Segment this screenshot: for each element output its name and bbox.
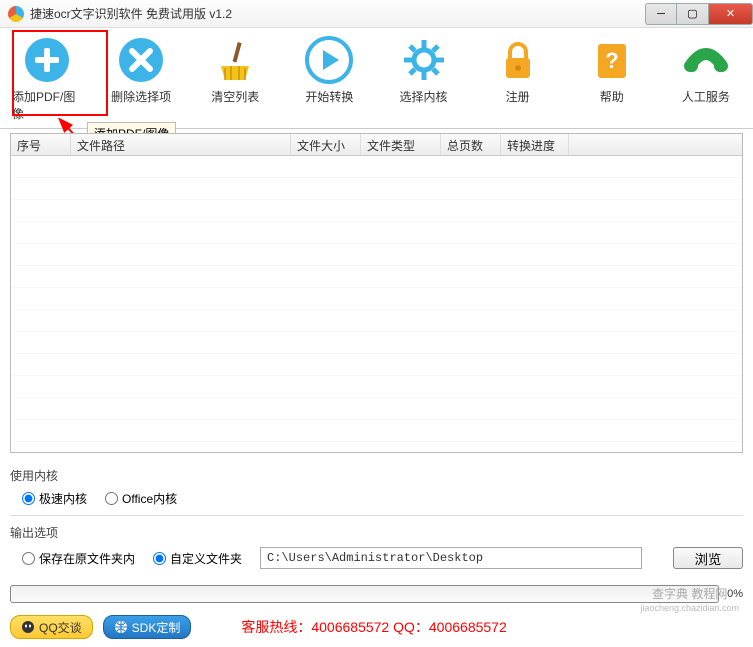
titlebar: 捷速ocr文字识别软件 免费试用版 v1.2 ─ ▢ ✕ [0, 0, 753, 28]
radio-label: 保存在原文件夹内 [39, 550, 135, 567]
radio-label: Office内核 [122, 490, 177, 507]
qq-label: QQ交谈 [39, 619, 82, 636]
table-body[interactable] [11, 156, 742, 452]
start-convert-button[interactable]: 开始转换 [294, 36, 364, 122]
toolbar-label: 选择内核 [400, 88, 448, 105]
hotline-text: 客服热线：4006685572 QQ：4006685572 [241, 617, 506, 637]
radio-label: 自定义文件夹 [170, 550, 242, 567]
clear-list-button[interactable]: 清空列表 [200, 36, 270, 122]
column-header[interactable]: 文件路径 [71, 134, 291, 155]
x-icon [117, 36, 165, 84]
help-button[interactable]: ? 帮助 [577, 36, 647, 122]
kernel-panel-title: 使用内核 [10, 467, 743, 484]
toolbar-label: 帮助 [600, 88, 624, 105]
column-header[interactable]: 转换进度 [501, 134, 569, 155]
svg-text:?: ? [605, 48, 618, 73]
play-icon [305, 36, 353, 84]
broom-icon [211, 36, 259, 84]
phone-icon [682, 36, 730, 84]
qq-chat-button[interactable]: QQ交谈 [10, 615, 93, 639]
column-header[interactable]: 文件类型 [361, 134, 441, 155]
browse-button[interactable]: 浏览 [673, 547, 743, 569]
toolbar-label: 人工服务 [682, 88, 730, 105]
output-same-folder-radio[interactable]: 保存在原文件夹内 [22, 550, 135, 567]
kernel-fast-radio[interactable]: 极速内核 [22, 490, 87, 507]
gear-icon [400, 36, 448, 84]
column-header[interactable]: 文件大小 [291, 134, 361, 155]
toolbar-label: 删除选择项 [111, 88, 171, 105]
toolbar-label: 注册 [506, 88, 530, 105]
radio-input[interactable] [153, 552, 166, 565]
delete-selection-button[interactable]: 删除选择项 [106, 36, 176, 122]
plus-icon [23, 36, 71, 84]
select-kernel-button[interactable]: 选择内核 [389, 36, 459, 122]
progress-bar [10, 585, 719, 603]
divider [10, 515, 743, 516]
radio-input[interactable] [105, 492, 118, 505]
register-button[interactable]: 注册 [483, 36, 553, 122]
radio-input[interactable] [22, 552, 35, 565]
radio-label: 极速内核 [39, 490, 87, 507]
file-list-table[interactable]: 序号 文件路径 文件大小 文件类型 总页数 转换进度 [10, 133, 743, 453]
minimize-button[interactable]: ─ [645, 3, 677, 25]
output-custom-folder-radio[interactable]: 自定义文件夹 [153, 550, 242, 567]
window-title: 捷速ocr文字识别软件 免费试用版 v1.2 [30, 5, 232, 22]
globe-icon [114, 620, 128, 634]
lock-icon [494, 36, 542, 84]
app-logo-icon [8, 6, 24, 22]
column-header[interactable]: 序号 [11, 134, 71, 155]
radio-input[interactable] [22, 492, 35, 505]
watermark: 查字典 教程网 jiaocheng.chazidian.com [640, 587, 739, 615]
sdk-button[interactable]: SDK定制 [103, 615, 192, 639]
kernel-panel: 使用内核 极速内核 Office内核 [10, 461, 743, 513]
output-panel: 输出选项 保存在原文件夹内 自定义文件夹 浏览 [10, 518, 743, 575]
output-path-input[interactable] [260, 547, 642, 569]
main-toolbar: 添加PDF/图像 删除选择项 清空列表 开始转换 选择内核 注册 ? 帮助 [0, 28, 753, 129]
table-header: 序号 文件路径 文件大小 文件类型 总页数 转换进度 [11, 134, 742, 156]
add-pdf-image-button[interactable]: 添加PDF/图像 [12, 36, 82, 122]
qq-icon [21, 620, 35, 634]
sdk-label: SDK定制 [132, 619, 181, 636]
progress-row: 0% [10, 585, 743, 603]
help-book-icon: ? [588, 36, 636, 84]
window-controls: ─ ▢ ✕ [645, 3, 753, 25]
toolbar-label: 添加PDF/图像 [12, 88, 82, 122]
maximize-button[interactable]: ▢ [677, 3, 709, 25]
close-button[interactable]: ✕ [709, 3, 753, 25]
manual-service-button[interactable]: 人工服务 [671, 36, 741, 122]
kernel-office-radio[interactable]: Office内核 [105, 490, 177, 507]
footer: QQ交谈 SDK定制 客服热线：4006685572 QQ：4006685572 [0, 611, 753, 647]
output-panel-title: 输出选项 [10, 524, 743, 541]
toolbar-label: 开始转换 [305, 88, 353, 105]
toolbar-label: 清空列表 [211, 88, 259, 105]
column-header[interactable]: 总页数 [441, 134, 501, 155]
